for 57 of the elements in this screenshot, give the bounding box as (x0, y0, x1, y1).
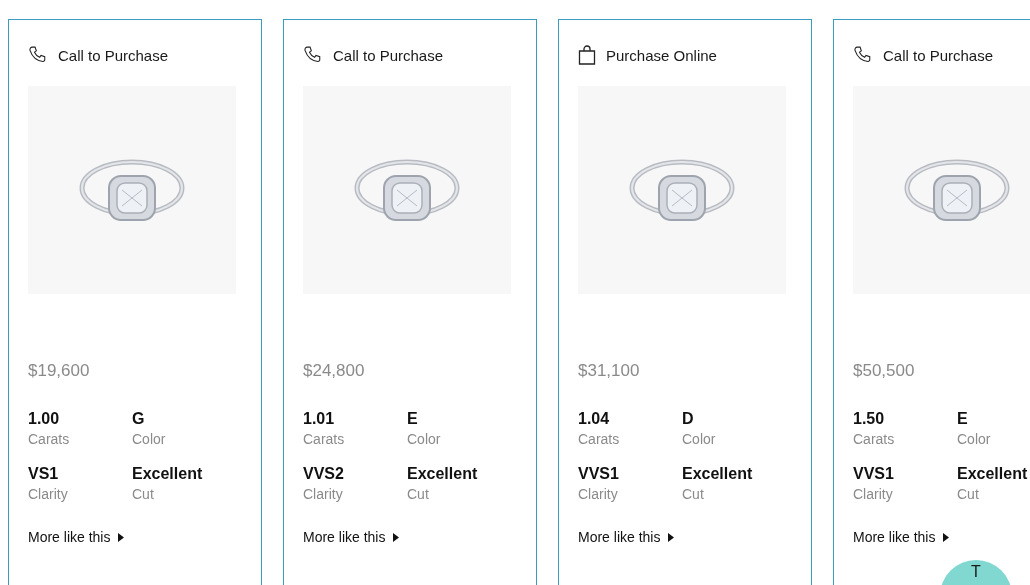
more-like-this-link[interactable]: More like this (853, 529, 950, 545)
shopping-bag-icon (578, 45, 596, 65)
spec-value: Excellent (132, 465, 203, 483)
more-like-this-link[interactable]: More like this (28, 529, 125, 545)
spec-label: Color (132, 431, 166, 447)
spec-value: 1.01 (303, 410, 335, 428)
more-like-this-link[interactable]: More like this (303, 529, 400, 545)
spec-value: VVS1 (578, 465, 619, 483)
purchase-label: Call to Purchase (883, 46, 994, 64)
spec-label: Cut (407, 486, 429, 502)
caret-icon (668, 532, 675, 542)
spec-value: 1.50 (853, 410, 885, 428)
caret-icon (118, 532, 125, 542)
spec-label: Color (682, 431, 716, 447)
caret-icon (393, 532, 400, 542)
spec-value: Excellent (407, 465, 478, 483)
more-like-this-link[interactable]: More like this (578, 529, 675, 545)
spec-value: VS1 (28, 465, 59, 483)
spec-label: Cut (132, 486, 154, 502)
spec-label: Carats (28, 431, 70, 447)
price: $24,800 (303, 361, 366, 381)
spec-label: Clarity (853, 486, 893, 502)
spec-label: Clarity (578, 486, 618, 502)
spec-label: Cut (682, 486, 704, 502)
spec-value: Excellent (957, 465, 1028, 483)
price: $19,600 (28, 361, 91, 381)
spec-value: E (407, 410, 418, 428)
caret-icon (943, 532, 950, 542)
price: $50,500 (853, 361, 916, 381)
spec-value: G (132, 410, 145, 428)
spec-value: 1.04 (578, 410, 610, 428)
phone-icon (303, 45, 323, 65)
chat-button[interactable]: T (940, 560, 1012, 585)
product-image[interactable] (28, 86, 236, 294)
product-image[interactable] (578, 86, 786, 294)
price: $31,100 (578, 361, 641, 381)
spec-label: Carats (578, 431, 620, 447)
spec-value: VVS2 (303, 465, 344, 483)
phone-icon (853, 45, 873, 65)
spec-label: Cut (957, 486, 979, 502)
product-image[interactable] (853, 86, 1030, 294)
purchase-label: Call to Purchase (333, 46, 444, 64)
phone-icon (28, 45, 48, 65)
spec-value: D (682, 410, 694, 428)
product-image[interactable] (303, 86, 511, 294)
spec-label: Color (407, 431, 441, 447)
purchase-label: Purchase Online (606, 46, 717, 64)
spec-label: Clarity (303, 486, 343, 502)
spec-label: Color (957, 431, 991, 447)
spec-value: Excellent (682, 465, 753, 483)
purchase-label: Call to Purchase (58, 46, 169, 64)
spec-label: Carats (303, 431, 345, 447)
spec-value: 1.00 (28, 410, 60, 428)
spec-label: Carats (853, 431, 895, 447)
spec-value: E (957, 410, 968, 428)
spec-label: Clarity (28, 486, 68, 502)
spec-value: VVS1 (853, 465, 894, 483)
